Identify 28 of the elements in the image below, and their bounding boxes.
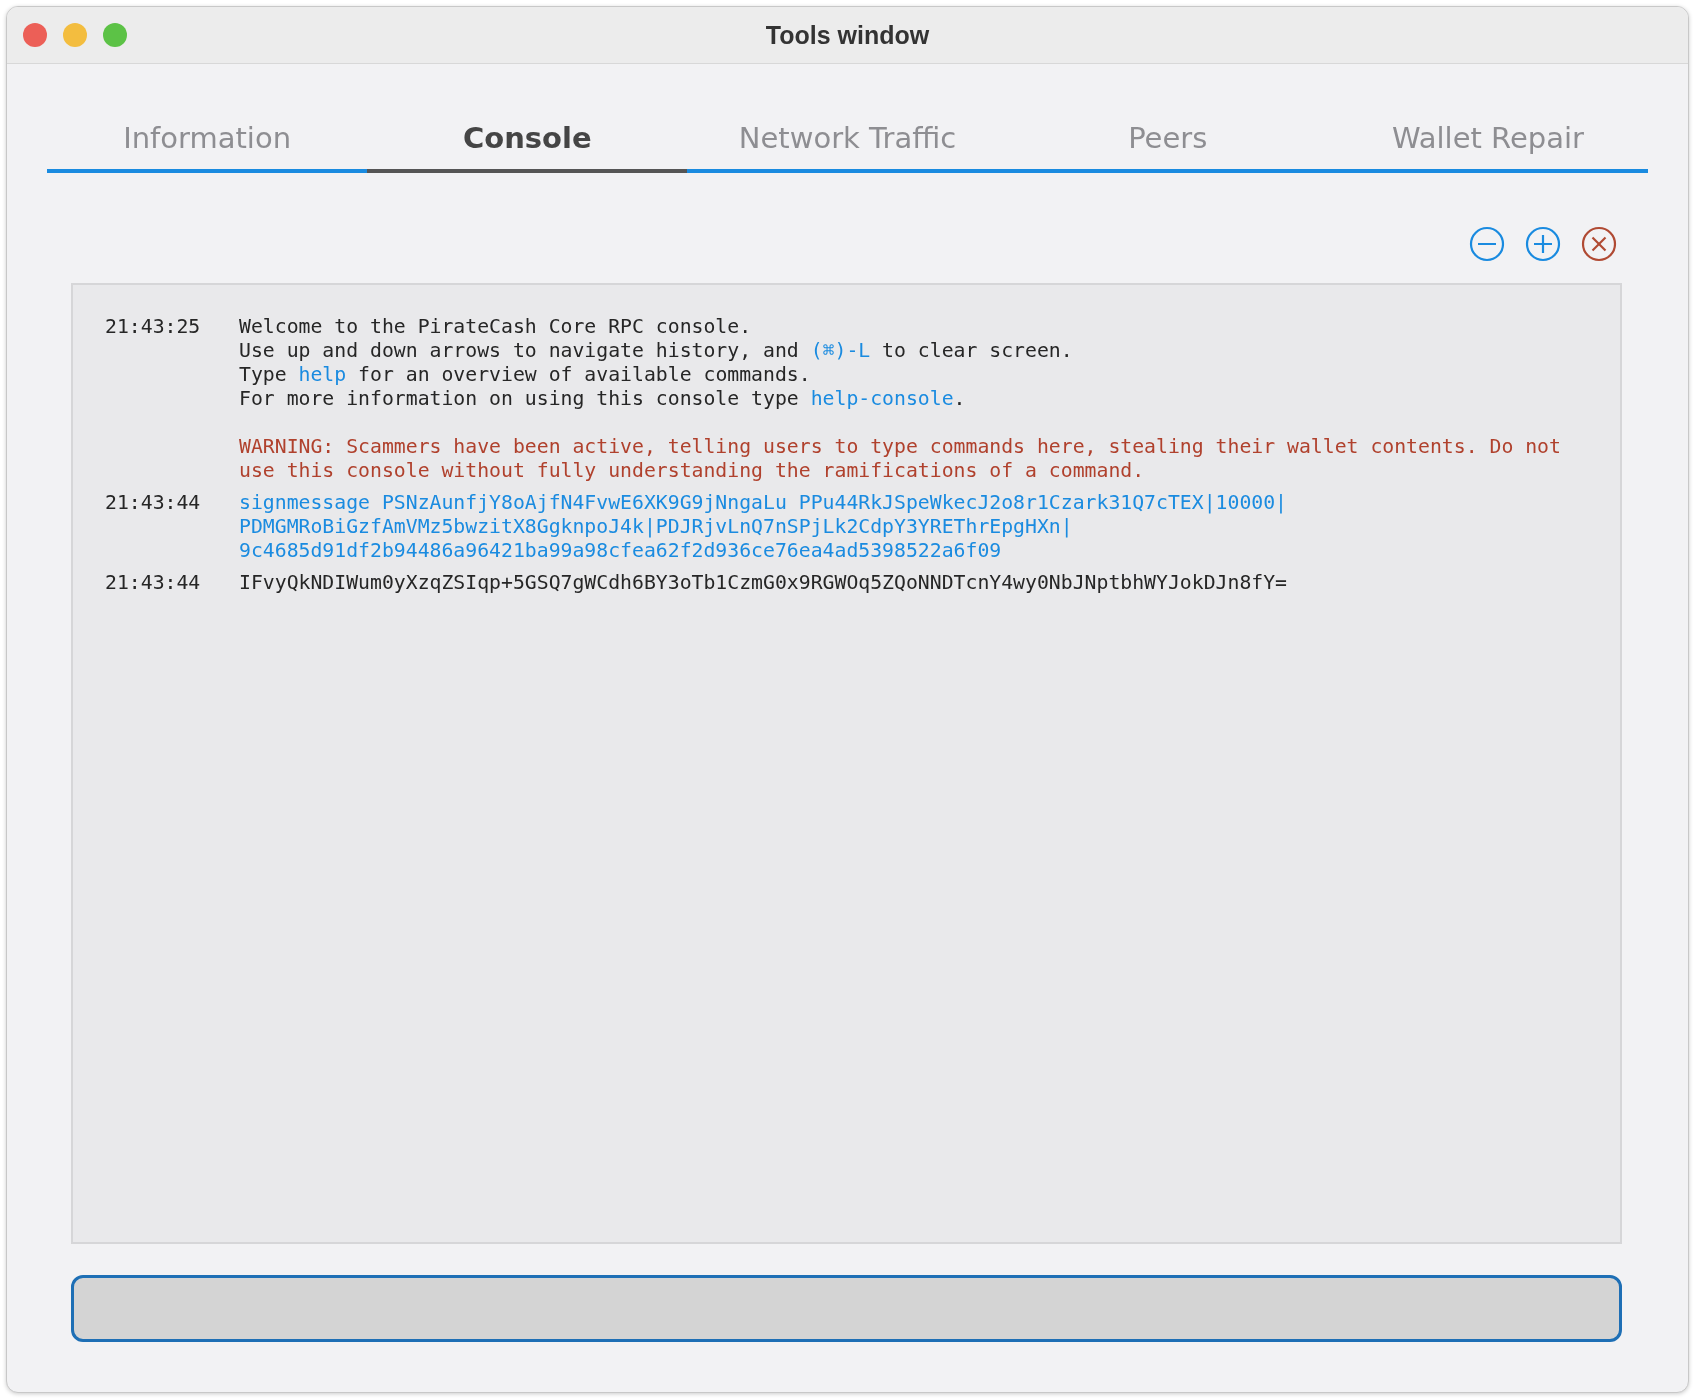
tab[interactable]: Console — [367, 121, 688, 173]
warning-message: use this console without fully understanding the ramifications of a command. — [239, 459, 1145, 483]
zoom-out-icon[interactable] — [1469, 226, 1505, 262]
clear-icon[interactable] — [1581, 226, 1617, 262]
zoom-in-icon[interactable] — [1525, 226, 1561, 262]
warning-message: WARNING: Scammers have been active, telling users to type commands here, stealing their wallet contents. Do not — [239, 435, 1561, 459]
command-link[interactable]: help — [298, 363, 347, 386]
close-button[interactable] — [23, 23, 47, 47]
command-link[interactable]: help-console — [810, 387, 954, 410]
zoom-button[interactable] — [103, 23, 127, 47]
command-text: signmessage PSNzAunfjY8oAjfN4FvwE6XK9G9jNngaLu PPu44RkJSpeWkecJ2o8r1Czark31Q7cTEX|10000| — [239, 491, 1288, 515]
console-message: Welcome to the PirateCash Core RPC console. — [239, 315, 752, 339]
command-text: 9c4685d91df2b94486a96421ba99a98cfea62f2d936ce76ea4ad5398522a6f09 — [239, 539, 1002, 563]
timestamp: 21:43:44 — [105, 491, 202, 516]
tab[interactable]: Wallet Repair — [1327, 121, 1648, 173]
command-link[interactable]: (⌘)-L — [810, 339, 871, 362]
console-message: For more information on using this console type help-console. — [239, 387, 966, 411]
timestamp: 21:43:44 — [105, 571, 202, 595]
tab[interactable]: Network Traffic — [687, 121, 1008, 173]
command-text: PDMGMRoBiGzfAmVMz5bwzitX8GgknpoJ4k|PDJRjvLnQ7nSPjLk2CdpY3YREThrEpgHXn| — [239, 515, 1073, 539]
tab[interactable]: Information — [47, 121, 368, 173]
tab[interactable]: Peers — [1007, 121, 1328, 173]
command-input[interactable] — [71, 1275, 1622, 1342]
console-message: Type help for an overview of available commands. — [239, 363, 811, 387]
timestamp: 21:43:25 — [105, 315, 202, 340]
console-message: Use up and down arrows to navigate history, and (⌘)-L to clear screen. — [239, 339, 1073, 363]
console-message: IFvyQkNDIWum0yXzqZSIqp+5GSQ7gWCdh6BY3oTb1CzmG0x9RGWOq5ZQoNNDTcnY4wy0NbJNptbhWYJokDJn8fY= — [239, 571, 1288, 595]
window-title: Tools window — [765, 20, 930, 50]
